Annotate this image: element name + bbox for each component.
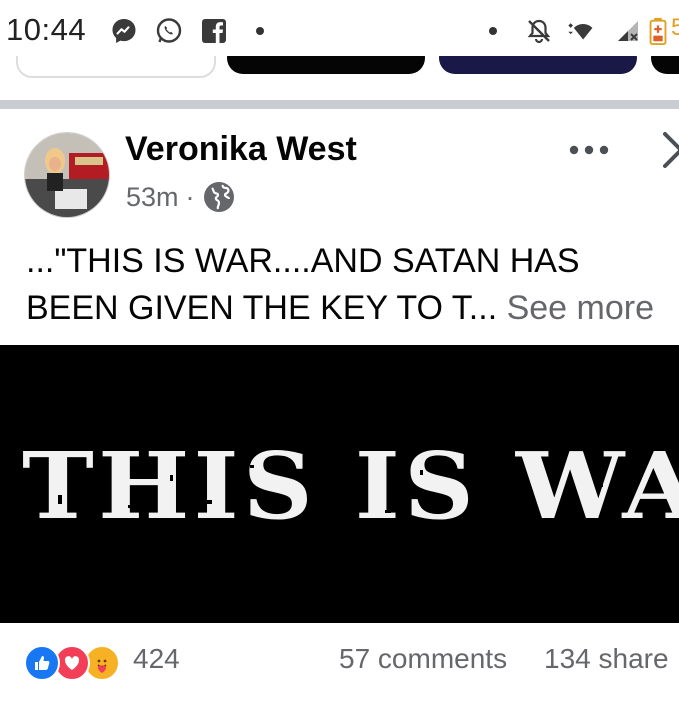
shares-count[interactable]: 134 share xyxy=(544,643,669,675)
caption-line: ..."THIS IS WAR....AND SATAN HAS xyxy=(26,242,580,280)
caption-line-text: BEEN GIVEN THE KEY TO T... xyxy=(26,289,498,327)
like-icon xyxy=(24,645,60,681)
silent-icon xyxy=(527,19,551,44)
status-dot xyxy=(489,27,497,35)
avatar-photo xyxy=(25,133,109,217)
wifi-icon xyxy=(568,23,593,40)
reaction-count[interactable]: 424 xyxy=(133,643,180,675)
signal-icon xyxy=(618,21,638,41)
messenger-icon xyxy=(112,19,136,43)
reaction-icons[interactable] xyxy=(24,645,134,681)
notification-dot xyxy=(256,27,264,35)
more-options-icon[interactable] xyxy=(565,135,613,165)
post-caption: ..."THIS IS WAR....AND SATAN HAS BEEN GI… xyxy=(26,238,679,332)
see-more-link[interactable]: See more xyxy=(507,289,654,327)
facebook-icon xyxy=(202,19,226,43)
post-meta: 53m · xyxy=(126,181,235,213)
status-bar: 10:44 5 xyxy=(0,0,679,62)
chevron-right-icon[interactable] xyxy=(657,128,679,172)
story-chip[interactable] xyxy=(227,56,425,74)
whatsapp-icon xyxy=(156,18,182,43)
status-time: 10:44 xyxy=(6,12,87,47)
post-footer: 424 57 comments 134 share xyxy=(0,625,679,718)
author-avatar[interactable] xyxy=(24,132,110,218)
meta-separator: · xyxy=(185,181,195,212)
battery-percent: 5 xyxy=(671,14,679,41)
caption-line: BEEN GIVEN THE KEY TO T... See more xyxy=(26,285,679,332)
post-image[interactable]: THIS IS WAR xyxy=(0,345,679,623)
post-time[interactable]: 53m xyxy=(126,182,179,213)
globe-icon xyxy=(203,182,234,212)
story-chip[interactable] xyxy=(16,56,216,78)
story-chip[interactable] xyxy=(651,56,679,74)
author-name[interactable]: Veronika West xyxy=(125,130,357,169)
battery-icon xyxy=(649,17,667,45)
comments-count[interactable]: 57 comments xyxy=(339,643,507,675)
grunge-texture xyxy=(40,457,645,522)
feed-divider xyxy=(0,100,679,109)
story-chip[interactable] xyxy=(439,56,637,74)
stories-strip[interactable] xyxy=(0,56,679,78)
